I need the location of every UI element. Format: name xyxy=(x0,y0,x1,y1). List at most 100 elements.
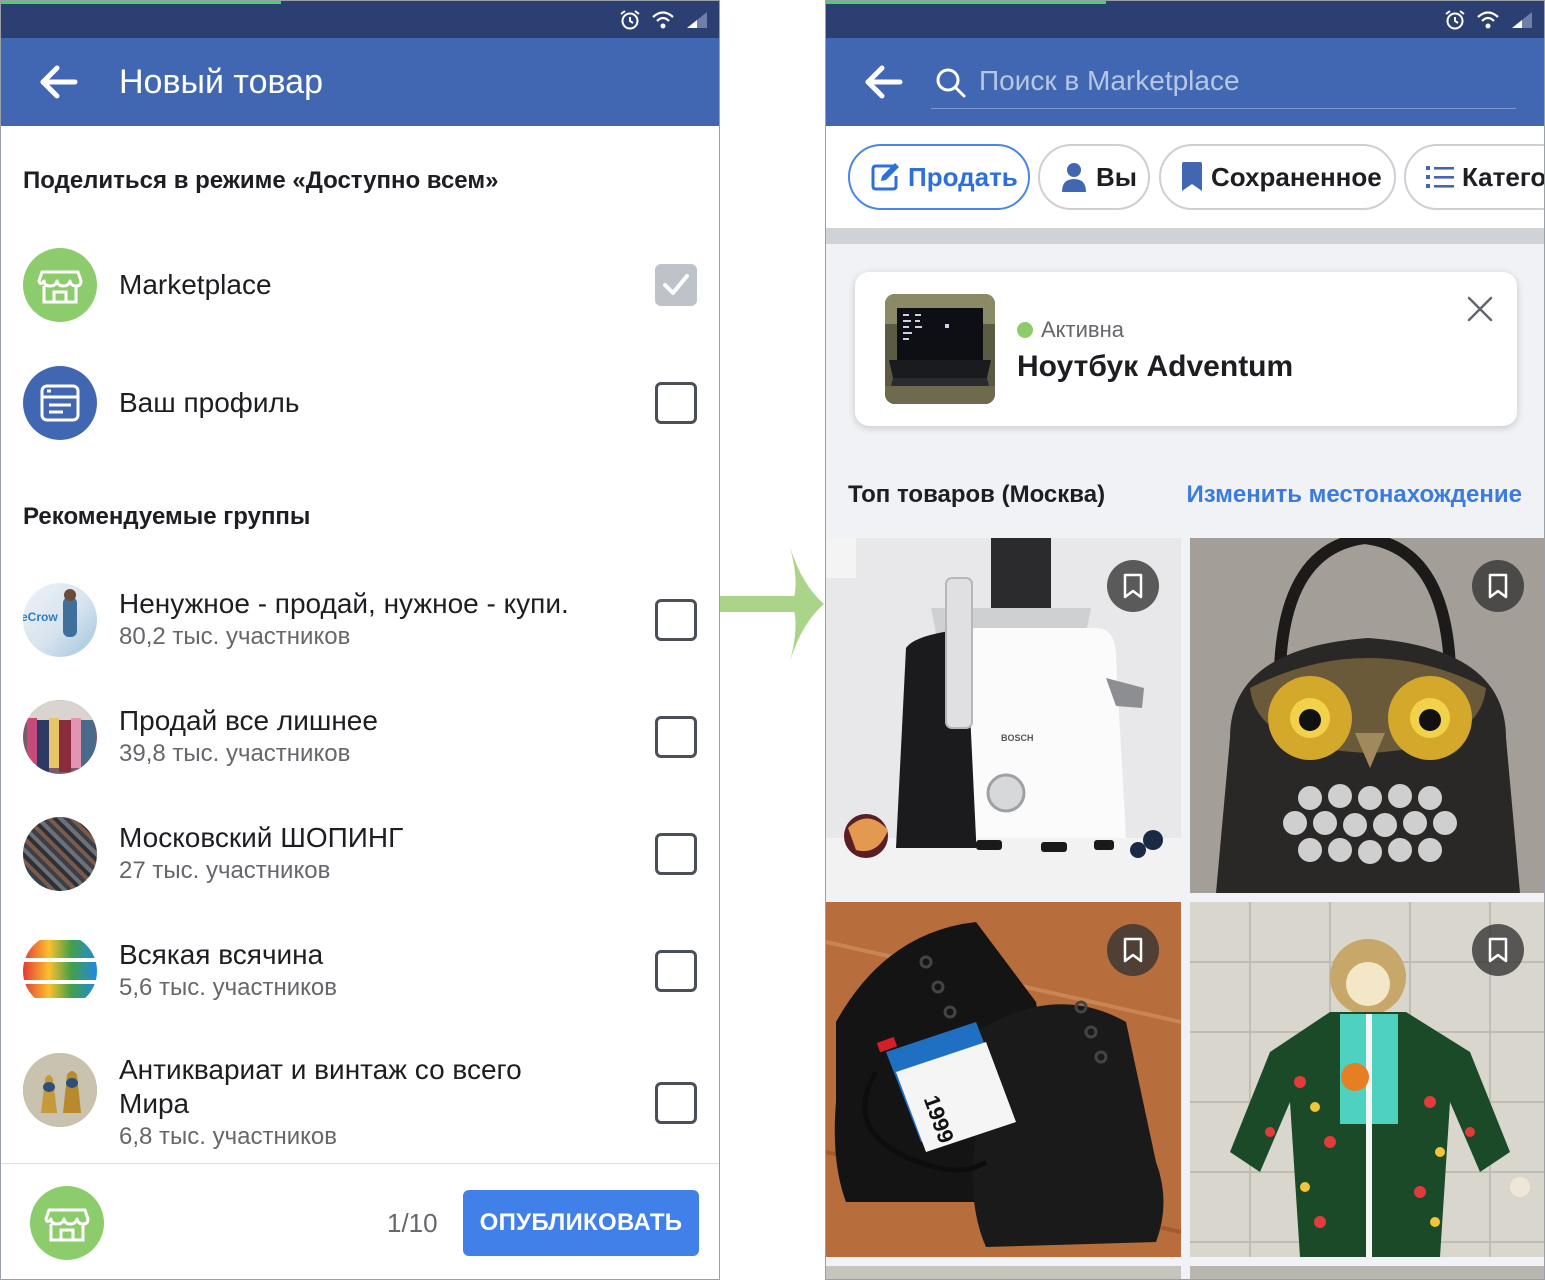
you-chip[interactable]: Вы xyxy=(1038,144,1150,210)
group-name: Всякая всячина xyxy=(119,939,324,970)
bookmark-icon xyxy=(1182,162,1202,191)
wifi-icon xyxy=(1477,11,1499,29)
share-target-marketplace[interactable]: Marketplace xyxy=(1,248,719,322)
active-status-dot xyxy=(1017,322,1033,338)
publish-button[interactable]: ОПУБЛИКОВАТЬ xyxy=(463,1190,699,1256)
group-row[interactable]: Продай все лишнее 39,8 тыс. участников xyxy=(1,700,719,774)
group-avatar-text: eCrow xyxy=(23,610,58,624)
group-row[interactable]: eCrow Ненужное - продай, нужное - купи. … xyxy=(1,583,719,657)
comparison-canvas: Новый товар Поделиться в режиме «Доступн… xyxy=(0,0,1545,1280)
storefront-icon[interactable] xyxy=(30,1186,104,1260)
search-input[interactable]: Поиск в Marketplace xyxy=(979,65,1240,97)
app-bar: Новый товар xyxy=(1,38,719,126)
group-row[interactable]: Московский ШОПИНГ 27 тыс. участников xyxy=(1,817,719,891)
group-avatar xyxy=(23,817,97,891)
marketplace-checkbox[interactable] xyxy=(655,264,697,306)
group-row[interactable]: Антиквариат и винтаж со всего Мира 6,8 т… xyxy=(1,1053,719,1153)
profile-checkbox[interactable] xyxy=(655,382,697,424)
groups-section-title: Рекомендуемые группы xyxy=(23,503,311,530)
bookmark-icon xyxy=(1488,937,1508,963)
top-items-heading: Топ товаров (Москва) xyxy=(848,481,1106,508)
categories-chip[interactable]: Катего xyxy=(1404,144,1545,210)
flow-arrow-icon xyxy=(720,547,824,661)
group-name: Ненужное - продай, нужное - купи. xyxy=(119,588,569,619)
chip-label: Сохраненное xyxy=(1211,161,1382,192)
person-icon xyxy=(1062,163,1086,192)
selection-counter: 1/10 xyxy=(387,1208,438,1238)
share-section-title: Поделиться в режиме «Доступно всем» xyxy=(23,167,499,194)
group-members: 80,2 тыс. участников xyxy=(119,623,351,650)
loading-progress xyxy=(826,1,1106,4)
bookmark-icon xyxy=(1123,573,1143,599)
status-bar xyxy=(1,1,719,38)
divider xyxy=(826,228,1544,244)
loading-progress xyxy=(1,1,281,4)
edit-icon xyxy=(871,163,899,191)
storefront-icon xyxy=(23,248,97,322)
sell-chip[interactable]: Продать xyxy=(848,144,1030,210)
chip-label: Катего xyxy=(1462,161,1545,192)
signal-icon xyxy=(687,12,707,28)
share-target-profile[interactable]: Ваш профиль xyxy=(1,366,719,440)
group-checkbox[interactable] xyxy=(655,716,697,758)
signal-icon xyxy=(1512,12,1532,28)
group-members: 5,6 тыс. участников xyxy=(119,974,337,1001)
group-checkbox[interactable] xyxy=(655,950,697,992)
group-avatar xyxy=(23,700,97,774)
save-button[interactable] xyxy=(1472,924,1524,976)
marketplace-screen: Поиск в Marketplace Продать Вы Сохраненн… xyxy=(825,0,1545,1280)
group-name-line1: Антиквариат и винтаж со всего xyxy=(119,1054,522,1085)
product-tile[interactable] xyxy=(1190,538,1544,893)
bookmark-icon xyxy=(1488,573,1508,599)
back-arrow-icon[interactable] xyxy=(39,64,79,100)
list-icon xyxy=(1426,166,1454,188)
group-checkbox[interactable] xyxy=(655,1082,697,1124)
listing-thumbnail xyxy=(885,294,995,404)
active-listing-card[interactable]: Активна Ноутбук Adventum xyxy=(855,272,1517,426)
status-bar xyxy=(826,1,1544,38)
product-tile[interactable]: 1999 xyxy=(826,902,1181,1257)
filter-chips: Продать Вы Сохраненное Катего xyxy=(826,126,1545,228)
alarm-icon xyxy=(620,10,640,30)
group-name-line2: Мира xyxy=(119,1088,190,1119)
save-button[interactable] xyxy=(1107,924,1159,976)
product-tile[interactable] xyxy=(1190,902,1544,1257)
search-icon xyxy=(936,68,966,98)
group-checkbox[interactable] xyxy=(655,599,697,641)
save-button[interactable] xyxy=(1472,560,1524,612)
back-arrow-icon[interactable] xyxy=(864,64,904,100)
close-icon[interactable] xyxy=(1467,296,1493,322)
chip-label: Вы xyxy=(1096,161,1137,192)
new-listing-screen: Новый товар Поделиться в режиме «Доступн… xyxy=(0,0,720,1280)
change-location-link[interactable]: Изменить местонахождение xyxy=(1187,481,1522,509)
profile-card-icon xyxy=(23,366,97,440)
group-name: Продай все лишнее xyxy=(119,705,378,736)
group-checkbox[interactable] xyxy=(655,833,697,875)
save-button[interactable] xyxy=(1107,560,1159,612)
group-row[interactable]: Всякая всячина 5,6 тыс. участников xyxy=(1,934,719,1008)
share-target-label: Marketplace xyxy=(119,269,272,300)
group-members: 6,8 тыс. участников xyxy=(119,1123,337,1150)
group-avatar xyxy=(23,934,97,1008)
status-text: Активна xyxy=(1041,317,1124,342)
product-tile-partial[interactable] xyxy=(1190,1266,1544,1279)
check-icon xyxy=(663,274,689,295)
alarm-icon xyxy=(1445,10,1465,30)
group-name: Московский ШОПИНГ xyxy=(119,822,404,853)
share-target-label: Ваш профиль xyxy=(119,387,300,418)
group-avatar: eCrow xyxy=(23,583,97,657)
wifi-icon xyxy=(652,11,674,29)
group-members: 27 тыс. участников xyxy=(119,857,331,884)
brand-label: BOSCH xyxy=(1001,733,1034,743)
listing-name: Ноутбук Adventum xyxy=(1017,350,1294,383)
search-field[interactable]: Поиск в Marketplace xyxy=(931,55,1516,109)
app-bar: Поиск в Marketplace xyxy=(826,38,1544,126)
group-members: 39,8 тыс. участников xyxy=(119,740,351,767)
listing-status: Активна xyxy=(1017,317,1124,343)
product-tile-partial[interactable] xyxy=(826,1266,1181,1279)
page-title: Новый товар xyxy=(119,63,323,101)
product-tile[interactable]: BOSCH xyxy=(826,538,1181,893)
bottom-action-bar: 1/10 ОПУБЛИКОВАТЬ xyxy=(1,1163,719,1279)
bookmark-icon xyxy=(1123,937,1143,963)
saved-chip[interactable]: Сохраненное xyxy=(1159,144,1396,210)
